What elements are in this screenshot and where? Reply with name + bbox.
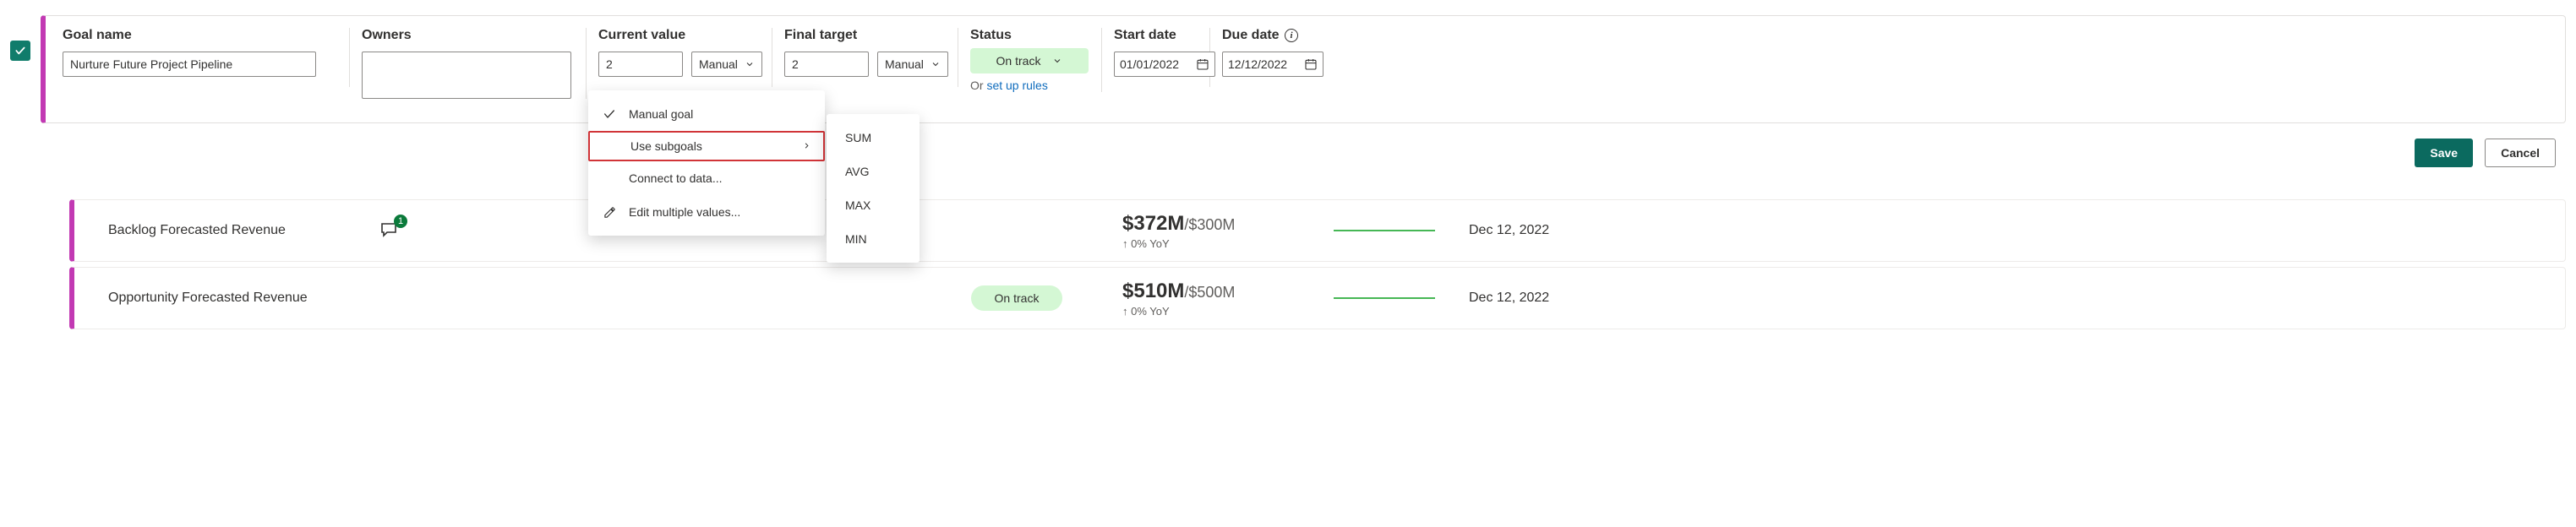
sparkline: [1334, 297, 1469, 299]
menu-manual-goal-label: Manual goal: [629, 107, 693, 121]
current-value-label: Current value: [598, 28, 760, 43]
check-icon: [602, 107, 617, 121]
current-value-mode-text: Manual: [699, 57, 738, 71]
cancel-button[interactable]: Cancel: [2485, 139, 2556, 167]
status-label: Status: [970, 28, 1089, 43]
agg-sum[interactable]: SUM: [827, 121, 920, 155]
goal-yoy: ↑ 0% YoY: [1122, 305, 1170, 318]
due-date-input[interactable]: 12/12/2022: [1222, 52, 1323, 77]
due-date-label: Due date i: [1222, 28, 1315, 43]
chevron-down-icon: [1052, 56, 1062, 66]
final-target-mode-dropdown[interactable]: Manual: [877, 52, 948, 77]
chevron-down-icon: [745, 59, 755, 69]
calendar-icon: [1304, 57, 1318, 71]
goal-editor-card: Goal name Owners Current value Manual: [41, 15, 2566, 123]
owners-input[interactable]: [362, 52, 571, 99]
goal-name: Backlog Forecasted Revenue: [108, 223, 379, 238]
comments-badge: 1: [394, 215, 407, 228]
goal-yoy: ↑ 0% YoY: [1122, 237, 1170, 250]
menu-connect-data[interactable]: Connect to data...: [588, 161, 825, 195]
final-target-label: Final target: [784, 28, 946, 43]
current-value-mode-dropdown[interactable]: Manual: [691, 52, 762, 77]
subgoals-aggregation-menu: SUM AVG MAX MIN: [827, 114, 920, 263]
menu-manual-goal[interactable]: Manual goal: [588, 97, 825, 131]
status-dropdown[interactable]: On track: [970, 48, 1089, 73]
goal-value: $372M/$300M ↑ 0% YoY: [1122, 212, 1334, 250]
calendar-icon: [1196, 57, 1209, 71]
chevron-right-icon: [802, 139, 811, 153]
status-value: On track: [996, 54, 1041, 68]
current-value-mode-menu: Manual goal Use subgoals Connect to data…: [588, 90, 825, 236]
sparkline: [1334, 230, 1469, 231]
menu-use-subgoals-label: Use subgoals: [630, 139, 702, 153]
goal-due-date: Dec 12, 2022: [1469, 291, 1604, 306]
status-badge: On track: [971, 285, 1063, 311]
set-up-rules-link[interactable]: set up rules: [986, 79, 1047, 92]
final-target-input[interactable]: [784, 52, 869, 77]
goal-name-label: Goal name: [63, 28, 337, 43]
menu-edit-multiple[interactable]: Edit multiple values...: [588, 195, 825, 229]
info-icon[interactable]: i: [1285, 29, 1298, 42]
goal-row[interactable]: Opportunity Forecasted Revenue On track …: [69, 267, 2566, 329]
comments-icon[interactable]: 1: [379, 220, 401, 242]
row-checkbox[interactable]: [10, 41, 30, 61]
menu-use-subgoals[interactable]: Use subgoals: [588, 131, 825, 161]
start-date-value: 01/01/2022: [1120, 57, 1179, 71]
save-button[interactable]: Save: [2415, 139, 2473, 167]
goal-name: Opportunity Forecasted Revenue: [108, 291, 379, 306]
final-target-mode-text: Manual: [885, 57, 924, 71]
goal-value: $510M/$500M ↑ 0% YoY: [1122, 280, 1334, 318]
agg-avg[interactable]: AVG: [827, 155, 920, 188]
goal-row[interactable]: Backlog Forecasted Revenue 1 $372M/$300M…: [69, 199, 2566, 262]
goal-due-date: Dec 12, 2022: [1469, 223, 1604, 238]
menu-edit-multiple-label: Edit multiple values...: [629, 205, 740, 219]
status-or-rules: Or set up rules: [970, 79, 1089, 92]
due-date-value: 12/12/2022: [1228, 57, 1287, 71]
start-date-label: Start date: [1114, 28, 1198, 43]
owners-label: Owners: [362, 28, 574, 43]
chevron-down-icon: [931, 59, 941, 69]
start-date-input[interactable]: 01/01/2022: [1114, 52, 1215, 77]
goal-name-input[interactable]: [63, 52, 316, 77]
agg-min[interactable]: MIN: [827, 222, 920, 256]
pencil-icon: [602, 206, 617, 219]
current-value-input[interactable]: [598, 52, 683, 77]
menu-connect-data-label: Connect to data...: [629, 171, 723, 185]
agg-max[interactable]: MAX: [827, 188, 920, 222]
